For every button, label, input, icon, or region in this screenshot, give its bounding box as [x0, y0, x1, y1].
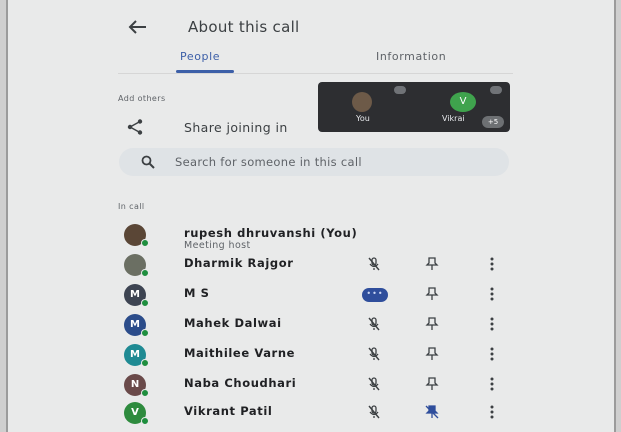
- speaking-indicator-icon: •••: [362, 288, 388, 302]
- call-details-panel: About this call People Information Add o…: [6, 0, 616, 432]
- mic-off-icon[interactable]: [366, 256, 382, 272]
- mic-off-icon[interactable]: [366, 346, 382, 362]
- avatar: [352, 92, 372, 112]
- more-options-icon[interactable]: [484, 316, 500, 332]
- share-joining-info-button[interactable]: Share joining in: [126, 116, 288, 138]
- more-options-icon[interactable]: [484, 376, 500, 392]
- participant-name: Naba Choudhari: [184, 376, 297, 390]
- pin-icon[interactable]: [424, 316, 440, 332]
- participant-row[interactable]: M Mahek Dalwai: [118, 310, 508, 340]
- pin-icon[interactable]: [424, 376, 440, 392]
- tab-information[interactable]: Information: [376, 50, 446, 63]
- more-options-icon[interactable]: [484, 256, 500, 272]
- more-options-icon[interactable]: [484, 286, 500, 302]
- pinned-icon[interactable]: [424, 404, 440, 420]
- tab-bar: People Information: [118, 46, 513, 76]
- tile-name: You: [356, 114, 370, 123]
- avatar: V: [124, 402, 149, 425]
- participant-name: rupesh dhruvanshi (You): [184, 226, 358, 240]
- participant-name: Vikrant Patil: [184, 404, 273, 418]
- pin-icon[interactable]: [424, 346, 440, 362]
- header: About this call: [126, 12, 300, 42]
- in-call-label: In call: [118, 202, 145, 211]
- pin-icon[interactable]: [424, 256, 440, 272]
- more-participants-badge: +5: [482, 116, 504, 128]
- more-options-icon[interactable]: [484, 346, 500, 362]
- search-input[interactable]: [175, 155, 475, 169]
- share-icon: [126, 118, 144, 136]
- avatar: [124, 224, 149, 247]
- avatar: V: [450, 92, 476, 112]
- search-icon: [141, 155, 155, 169]
- arrow-left-icon[interactable]: [126, 17, 150, 37]
- search-bar[interactable]: [119, 148, 509, 176]
- avatar: M: [124, 314, 149, 337]
- tab-people[interactable]: People: [180, 50, 220, 63]
- avatar: [124, 254, 149, 277]
- tile-name: Vikrai: [442, 114, 465, 123]
- video-tiles-overlay[interactable]: You V Vikrai +5: [318, 82, 510, 132]
- participant-row[interactable]: rupesh dhruvanshi (You) Meeting host: [118, 220, 508, 251]
- participant-row[interactable]: M M S •••: [118, 280, 508, 310]
- participant-name: Mahek Dalwai: [184, 316, 282, 330]
- participant-row[interactable]: V Vikrant Patil: [118, 398, 508, 428]
- participant-row[interactable]: M Maithilee Varne: [118, 340, 508, 370]
- mic-off-icon: [490, 86, 502, 94]
- mic-off-icon[interactable]: [366, 316, 382, 332]
- share-label: Share joining in: [184, 119, 288, 135]
- page-title: About this call: [188, 18, 300, 36]
- avatar: M: [124, 284, 149, 307]
- tab-divider: [118, 73, 513, 74]
- mic-off-icon: [394, 86, 406, 94]
- participant-name: Maithilee Varne: [184, 346, 296, 360]
- participant-name: M S: [184, 286, 210, 300]
- pin-icon[interactable]: [424, 286, 440, 302]
- mic-off-icon[interactable]: [366, 376, 382, 392]
- avatar: N: [124, 374, 149, 397]
- mic-off-icon[interactable]: [366, 404, 382, 420]
- video-tile-vikrai[interactable]: V Vikrai +5: [414, 82, 510, 132]
- participant-row[interactable]: N Naba Choudhari: [118, 370, 508, 400]
- add-others-label: Add others: [118, 94, 166, 103]
- avatar: M: [124, 344, 149, 367]
- participant-name: Dharmik Rajgor: [184, 256, 294, 270]
- participant-row[interactable]: Dharmik Rajgor: [118, 250, 508, 280]
- video-tile-you[interactable]: You: [318, 82, 414, 132]
- more-options-icon[interactable]: [484, 404, 500, 420]
